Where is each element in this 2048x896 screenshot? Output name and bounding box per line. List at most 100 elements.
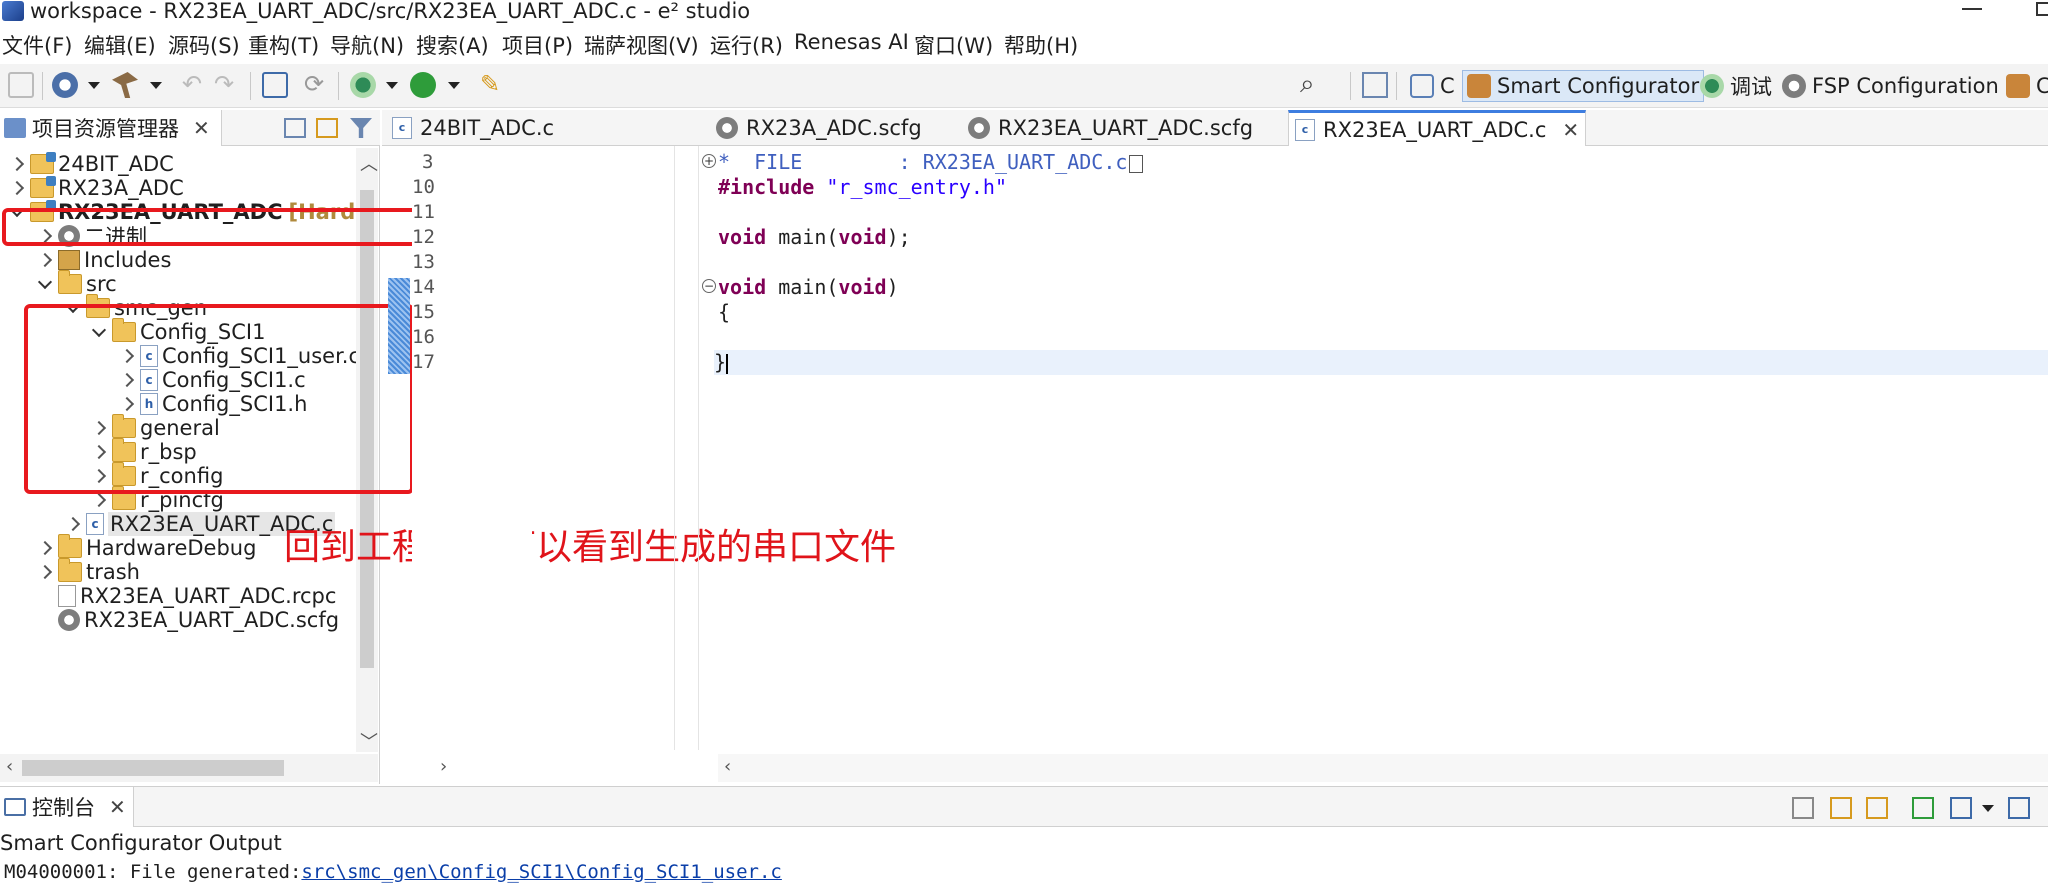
scroll-left-icon[interactable]: ‹	[6, 756, 13, 777]
editor-horizontal-scrollbar[interactable]: ‹	[718, 754, 2048, 782]
tree-item-rx23a-adc[interactable]: RX23A_ADC	[10, 176, 184, 200]
perspective-fsp[interactable]: FSP Configuration	[1778, 70, 2003, 102]
menu-edit[interactable]: 编辑(E)	[84, 30, 156, 60]
chevron-down-icon[interactable]	[88, 82, 100, 89]
tree-item-includes[interactable]: Includes	[38, 248, 171, 272]
project-explorer-title: 项目资源管理器	[32, 117, 179, 141]
close-icon[interactable]: ✕	[1562, 118, 1579, 142]
tab-project-explorer[interactable]: 项目资源管理器 ✕	[0, 110, 222, 146]
chevron-down-icon[interactable]	[386, 82, 398, 89]
back-arrow-icon[interactable]: ↶	[182, 72, 208, 98]
build-config-icon[interactable]	[52, 72, 78, 98]
perspective-more[interactable]: C	[2002, 70, 2048, 102]
line-number: 16	[412, 326, 435, 348]
code-line-17: ​}	[714, 350, 2048, 375]
menu-run[interactable]: 运行(R)	[710, 30, 783, 60]
tree-item-src[interactable]: src	[38, 270, 117, 296]
tree-item-scfg-file[interactable]: RX23EA_UART_ADC.scfg	[38, 608, 339, 632]
tab-rx23ea-uart-adc-scfg[interactable]: RX23EA_UART_ADC.scfg	[962, 110, 1278, 146]
menu-project[interactable]: 项目(P)	[502, 30, 573, 60]
tab-label: RX23A_ADC.scfg	[746, 116, 922, 140]
smart-configurator-icon	[1467, 74, 1491, 98]
window-title: workspace - RX23EA_UART_ADC/src/RX23EA_U…	[30, 0, 751, 23]
tree-item-rcpc-file[interactable]: RX23EA_UART_ADC.rcpc	[38, 584, 336, 608]
menu-bar: 文件(F) 编辑(E) 源码(S) 重构(T) 导航(N) 搜索(A) 项目(P…	[0, 30, 2048, 60]
collapse-fold-icon[interactable]: −	[702, 279, 716, 293]
scroll-down-icon[interactable]: ﹀	[360, 728, 378, 754]
external-tools-icon[interactable]: ✎	[480, 72, 506, 98]
forward-arrow-icon[interactable]: ↷	[214, 72, 240, 98]
refresh-icon[interactable]: ⟳	[304, 72, 330, 98]
menu-renesas-views[interactable]: 瑞萨视图(V)	[584, 30, 699, 60]
scroll-up-icon[interactable]: ︿	[360, 150, 378, 176]
generated-file-link[interactable]: src\smc_gen\Config_SCI1\Config_SCI1_user…	[301, 861, 781, 883]
tab-rx23ea-uart-adc-c[interactable]: c RX23EA_UART_ADC.c ✕	[1288, 110, 1586, 146]
maximize-icon[interactable]	[2036, 2, 2048, 16]
tree-item-label: RX23A_ADC	[58, 176, 184, 200]
build-hammer-icon[interactable]	[112, 72, 138, 98]
chevron-right-icon[interactable]	[10, 157, 24, 171]
c-file-icon: c	[392, 117, 412, 139]
menu-renesas-ai[interactable]: Renesas AI	[794, 30, 909, 54]
project-explorer-header: 项目资源管理器 ✕ ⋮	[0, 110, 406, 146]
menu-refactor[interactable]: 重构(T)	[248, 30, 319, 60]
clear-console-icon[interactable]	[1792, 797, 1814, 819]
scroll-lock-icon[interactable]	[1830, 797, 1852, 819]
gear-icon	[968, 117, 990, 139]
code-area[interactable]: * FILE : RX23EA_UART_ADC.c #include "r_s…	[714, 146, 2048, 746]
folded-block-marker[interactable]	[1129, 154, 1144, 173]
run-icon[interactable]	[410, 72, 436, 98]
terminal-icon[interactable]	[262, 72, 288, 98]
console-message: M04000001: File generated:	[4, 861, 302, 883]
chevron-down-icon[interactable]	[448, 82, 460, 89]
menu-window[interactable]: 窗口(W)	[914, 30, 993, 60]
chevron-down-icon[interactable]	[1982, 805, 1994, 812]
perspective-c[interactable]: C	[1406, 70, 1459, 102]
perspective-smart-configurator[interactable]: Smart Configurator	[1462, 70, 1705, 102]
chevron-right-icon[interactable]	[92, 493, 106, 507]
open-perspective-icon[interactable]	[1362, 72, 1388, 98]
chevron-right-icon[interactable]	[38, 541, 52, 555]
code-line-15: {	[718, 300, 730, 325]
close-icon[interactable]: ✕	[193, 116, 210, 140]
minimize-icon[interactable]	[1962, 8, 1982, 10]
link-with-editor-icon[interactable]	[316, 118, 338, 138]
console-icon	[4, 798, 26, 816]
tree-item-24bit-adc[interactable]: 24BIT_ADC	[10, 152, 174, 176]
open-console-icon[interactable]	[2008, 797, 2030, 819]
chevron-down-icon[interactable]	[38, 277, 52, 291]
perspective-debug[interactable]: 调试	[1696, 70, 1776, 102]
scroll-left-icon[interactable]: ‹	[724, 756, 731, 777]
display-console-icon[interactable]	[1950, 797, 1972, 819]
menu-navigate[interactable]: 导航(N)	[330, 30, 404, 60]
tab-rx23a-adc-scfg[interactable]: RX23A_ADC.scfg	[710, 110, 958, 146]
collapse-all-icon[interactable]	[284, 118, 306, 138]
tree-horizontal-scrollbar[interactable]: ‹ ›	[0, 754, 447, 782]
chevron-right-icon[interactable]	[10, 181, 24, 195]
menu-file[interactable]: 文件(F)	[2, 30, 72, 60]
chevron-right-icon[interactable]	[38, 253, 52, 267]
chevron-right-icon[interactable]	[66, 517, 80, 531]
save-icon[interactable]	[8, 72, 34, 98]
tree-item-label: 24BIT_ADC	[58, 152, 174, 176]
toolbar-separator	[1350, 72, 1351, 100]
tree-item-trash[interactable]: trash	[38, 558, 140, 584]
filter-icon[interactable]	[350, 118, 372, 138]
scrollbar-thumb[interactable]	[22, 760, 284, 776]
chevron-down-icon[interactable]	[150, 82, 162, 89]
close-icon[interactable]: ✕	[109, 795, 126, 819]
tree-item-hardware-debug[interactable]: HardwareDebug	[38, 534, 257, 560]
menu-source[interactable]: 源码(S)	[168, 30, 240, 60]
expand-fold-icon[interactable]: +	[702, 154, 716, 168]
search-icon[interactable]: ⌕	[1300, 71, 1326, 98]
tab-console[interactable]: 控制台 ✕	[0, 787, 134, 827]
debug-bug-icon[interactable]	[350, 72, 376, 98]
pin-console-icon[interactable]	[1912, 797, 1934, 819]
tab-24bit-adc-c[interactable]: c 24BIT_ADC.c	[386, 110, 584, 146]
menu-search[interactable]: 搜索(A)	[416, 30, 489, 60]
menu-help[interactable]: 帮助(H)	[1004, 30, 1078, 60]
word-wrap-icon[interactable]	[1866, 797, 1888, 819]
code-line-3: * FILE : RX23EA_UART_ADC.c	[718, 150, 1144, 175]
chevron-right-icon[interactable]	[38, 565, 52, 579]
tree-item-label: HardwareDebug	[86, 536, 257, 560]
